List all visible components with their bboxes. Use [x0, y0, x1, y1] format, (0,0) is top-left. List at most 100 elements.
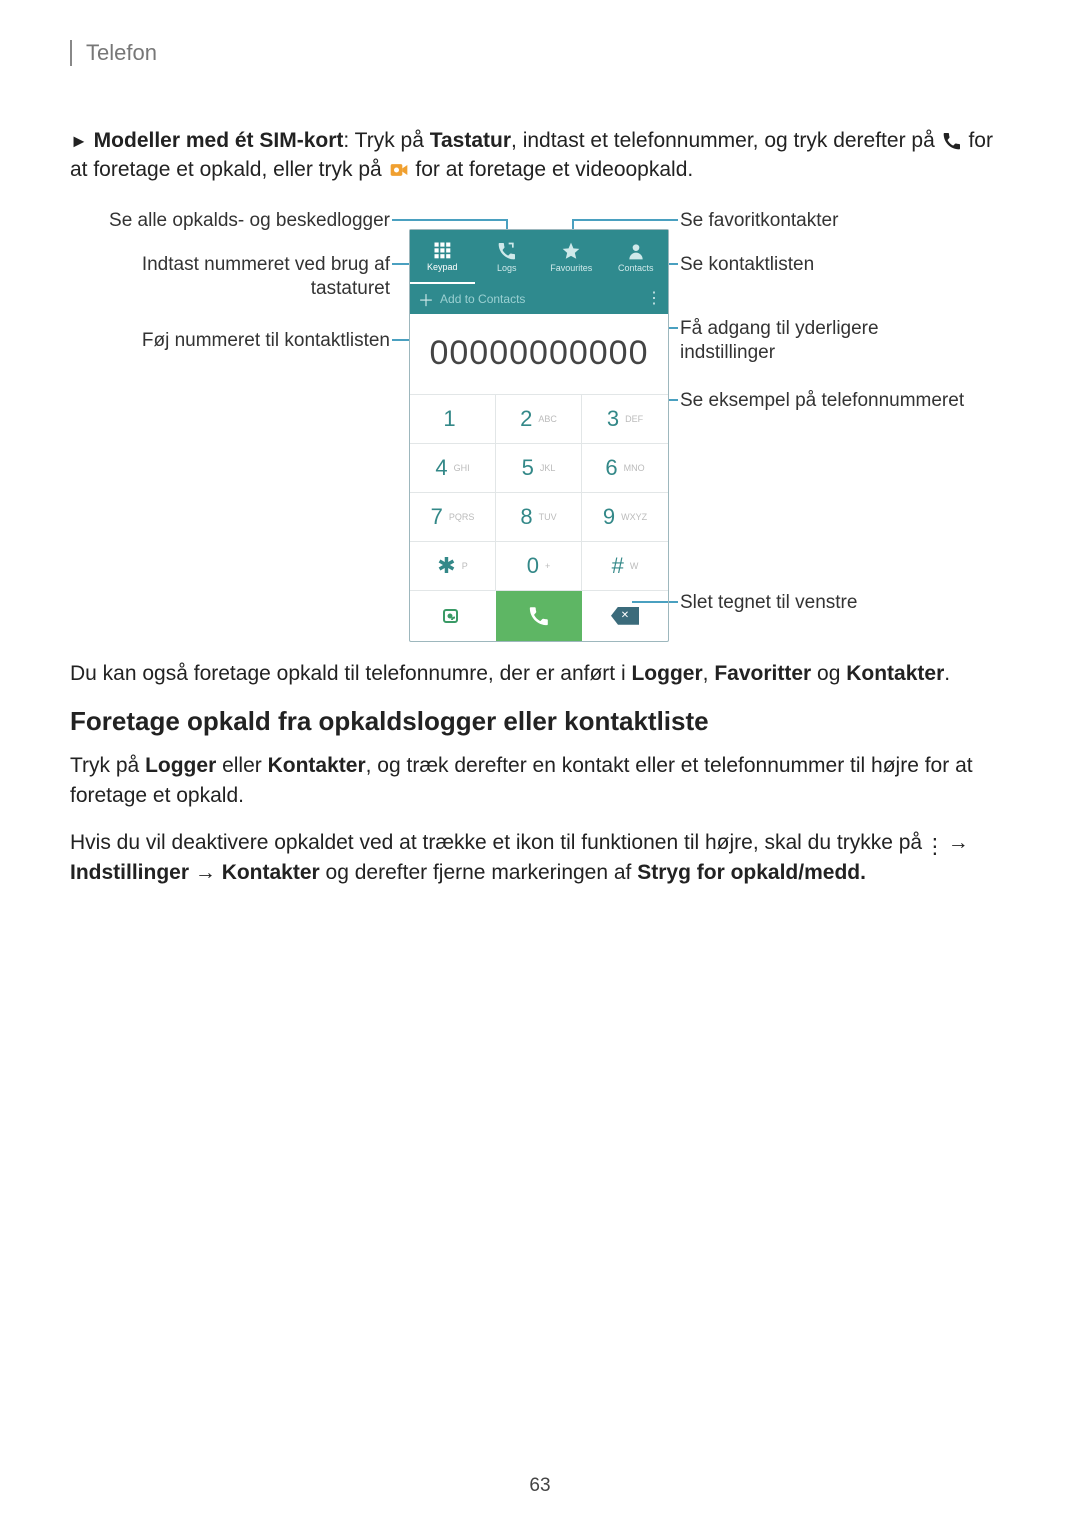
- keypad-digit: 6: [605, 455, 617, 481]
- keypad-sublabel: MNO: [624, 463, 645, 473]
- p3-b1: Logger: [145, 754, 216, 777]
- callout-backspace: Slet tegnet til venstre: [680, 591, 1000, 615]
- keypad-key-9[interactable]: 9 WXYZ: [582, 492, 668, 541]
- p4-pre: Hvis du vil deaktivere opkaldet ved at t…: [70, 831, 928, 854]
- keypad-key-✱[interactable]: ✱P: [410, 541, 496, 590]
- dialer-diagram: Se alle opkalds- og beskedlogger Indtast…: [70, 205, 1010, 635]
- tab-favourites[interactable]: Favourites: [539, 230, 604, 284]
- p4-b2: Kontakter: [222, 861, 320, 884]
- tab-favourites-label: Favourites: [550, 263, 592, 273]
- person-icon: [626, 241, 646, 261]
- keypad-digit: #: [612, 553, 624, 579]
- video-call-button[interactable]: [410, 591, 496, 641]
- paragraph-disable-swipe: Hvis du vil deaktivere opkaldet ved at t…: [70, 828, 1010, 887]
- callout-more-options: Få adgang til yderligere indstillinger: [680, 317, 1000, 365]
- keypad-digit: 5: [522, 455, 534, 481]
- keypad-key-6[interactable]: 6 MNO: [582, 443, 668, 492]
- keypad-key-8[interactable]: 8 TUV: [496, 492, 582, 541]
- p2-c3: .: [944, 662, 950, 685]
- keypad-digit: ✱: [437, 553, 455, 579]
- keypad-digit: 3: [607, 406, 619, 432]
- number-display: 00000000000: [410, 314, 668, 394]
- keypad-sublabel: DEF: [625, 414, 643, 424]
- keypad-sublabel: GHI: [454, 463, 470, 473]
- keypad-digit: 0: [527, 553, 539, 579]
- backspace-icon: ✕: [611, 607, 639, 625]
- keypad-key-3[interactable]: 3 DEF: [582, 394, 668, 443]
- plus-icon: ＋: [418, 287, 434, 311]
- tab-logs[interactable]: Logs: [475, 230, 540, 284]
- callout-favorites: Se favoritkontakter: [680, 209, 1000, 233]
- p4-mid: og derefter fjerne markeringen af: [320, 861, 638, 884]
- p2-pre: Du kan også foretage opkald til telefonn…: [70, 662, 631, 685]
- callout-logs: Se alle opkalds- og beskedlogger: [70, 209, 390, 233]
- keypad-grid-icon: [432, 240, 452, 260]
- callout-keypad: Indtast nummeret ved brug af tastaturet: [70, 253, 390, 301]
- keypad-key-5[interactable]: 5JKL: [496, 443, 582, 492]
- keypad-key-7[interactable]: 7PQRS: [410, 492, 496, 541]
- triangle-bullet-icon: ►: [70, 131, 88, 151]
- callout-number-example: Se eksempel på telefonnummeret: [680, 389, 1000, 413]
- keypad-key-#[interactable]: #W: [582, 541, 668, 590]
- keypad-key-1[interactable]: 1: [410, 394, 496, 443]
- keypad-digit: 8: [520, 504, 532, 530]
- tab-keypad[interactable]: Keypad: [410, 230, 475, 284]
- intro-bold-keypad: Tastatur: [430, 129, 511, 152]
- p4-b1: Indstillinger: [70, 861, 189, 884]
- section-heading: Foretage opkald fra opkaldslogger eller …: [70, 706, 1010, 737]
- backspace-button[interactable]: ✕: [582, 591, 668, 641]
- p2-c2: og: [811, 662, 846, 685]
- keypad-sublabel: ABC: [538, 414, 557, 424]
- paragraph-logs-contacts: Tryk på Logger eller Kontakter, og træk …: [70, 751, 1010, 810]
- star-icon: [561, 241, 581, 261]
- keypad-sublabel: W: [630, 561, 639, 571]
- keypad-key-4[interactable]: 4 GHI: [410, 443, 496, 492]
- page-number: 63: [0, 1475, 1080, 1497]
- tab-contacts-label: Contacts: [618, 263, 654, 273]
- video-call-icon: [388, 159, 410, 181]
- phone-arrow-icon: [497, 241, 517, 261]
- call-button[interactable]: [496, 591, 582, 641]
- phone-tabs: Keypad Logs Favourites Contacts: [410, 230, 668, 284]
- intro-text-2: , indtast et telefonnummer, og tryk dere…: [511, 129, 941, 152]
- keypad-sublabel: +: [545, 561, 550, 571]
- keypad-sublabel: TUV: [539, 512, 557, 522]
- add-to-contacts-bar[interactable]: ＋ Add to Contacts ⋮: [410, 284, 668, 314]
- add-to-contacts-label: Add to Contacts: [440, 292, 525, 306]
- tab-logs-label: Logs: [497, 263, 517, 273]
- intro-paragraph: ► Modeller med ét SIM-kort: Tryk på Tast…: [70, 126, 1010, 185]
- intro-text-4: for at foretage et videoopkald.: [415, 158, 693, 181]
- intro-text-1: : Tryk på: [343, 129, 429, 152]
- p3-pre: Tryk på: [70, 754, 145, 777]
- p2-b1: Logger: [631, 662, 702, 685]
- keypad-key-0[interactable]: 0+: [496, 541, 582, 590]
- p2-b3: Kontakter: [846, 662, 944, 685]
- section-header: Telefon: [70, 40, 1010, 66]
- keypad-digit: 4: [435, 455, 447, 481]
- keypad-sublabel: P: [462, 561, 468, 571]
- tab-contacts[interactable]: Contacts: [604, 230, 669, 284]
- p2-c1: ,: [703, 662, 715, 685]
- paragraph-also-call: Du kan også foretage opkald til telefonn…: [70, 659, 1010, 688]
- p3-c1: eller: [216, 754, 267, 777]
- p3-b2: Kontakter: [268, 754, 366, 777]
- leader-line: [392, 219, 506, 221]
- more-options-icon: ⋮: [928, 836, 942, 858]
- callout-contacts: Se kontaktlisten: [680, 253, 1000, 277]
- leader-line: [572, 219, 678, 221]
- intro-bold-model: Modeller med ét SIM-kort: [94, 129, 344, 152]
- keypad-digit: 9: [603, 504, 615, 530]
- more-options-icon[interactable]: ⋮: [646, 291, 660, 307]
- p4-arrow1: →: [942, 831, 969, 854]
- keypad-digit: 2: [520, 406, 532, 432]
- callout-add-contact: Føj nummeret til kontaktlisten: [70, 329, 390, 353]
- callout-more-options-line1: Få adgang til yderligere: [680, 318, 879, 339]
- video-call-icon: [441, 604, 465, 628]
- keypad-sublabel: WXYZ: [621, 512, 647, 522]
- keypad-sublabel: PQRS: [449, 512, 475, 522]
- phone-handset-icon: [528, 605, 550, 627]
- keypad: 1 2ABC3DEF4GHI5JKL6MNO7PQRS8TUV9WXYZ✱P0+…: [410, 394, 668, 590]
- keypad-key-2[interactable]: 2 ABC: [496, 394, 582, 443]
- p4-b3: Stryg for opkald/medd.: [637, 861, 866, 884]
- manual-page: Telefon ► Modeller med ét SIM-kort: Tryk…: [0, 0, 1080, 1527]
